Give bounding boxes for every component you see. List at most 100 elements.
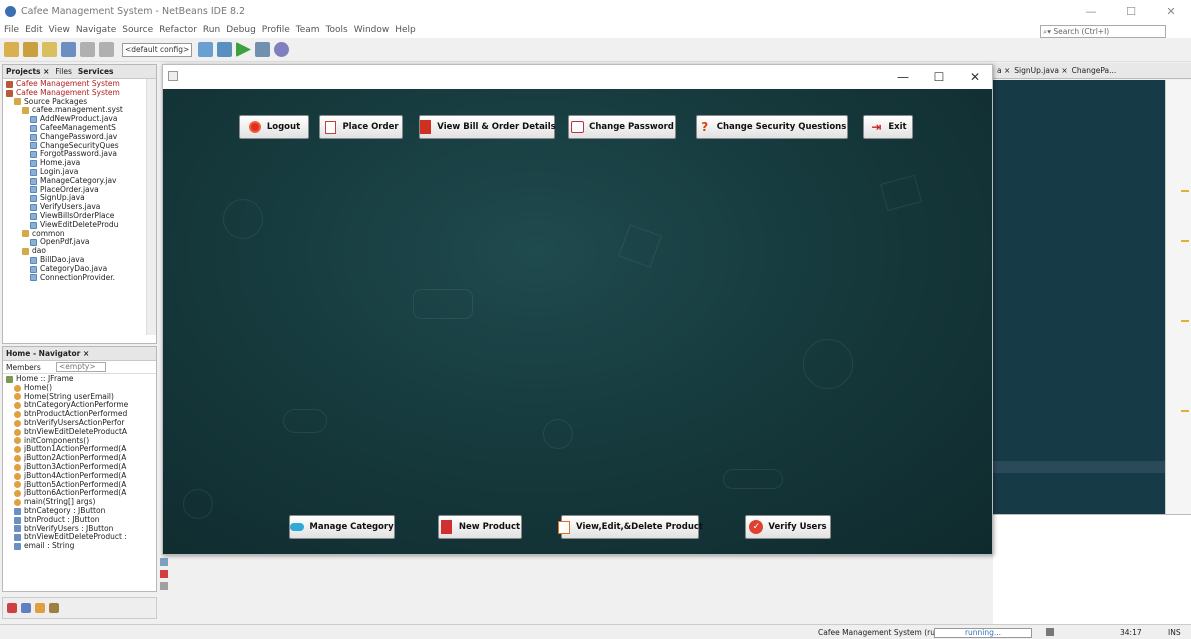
clean-build-icon[interactable] [217, 42, 232, 57]
tree-item[interactable]: btnVerifyUsersActionPerfor [3, 419, 156, 428]
tree-item[interactable]: jButton5ActionPerformed(A [3, 481, 156, 490]
tree-item[interactable]: btnViewEditDeleteProduct : [3, 533, 156, 542]
tree-item[interactable]: email : String [3, 542, 156, 551]
menu-edit[interactable]: Edit [25, 25, 42, 35]
navigator-title[interactable]: Home - Navigator × [6, 349, 89, 358]
build-icon[interactable] [198, 42, 213, 57]
run-task-label[interactable]: Cafee Management System (run) [818, 628, 943, 637]
app-close-button[interactable]: ✕ [957, 67, 993, 87]
editor-tab-changepassword[interactable]: ChangePa... [1072, 66, 1117, 75]
menu-window[interactable]: Window [354, 25, 390, 35]
profile-icon[interactable] [274, 42, 289, 57]
navigator-filter-select[interactable]: <empty> [56, 362, 106, 372]
menu-file[interactable]: File [4, 25, 19, 35]
change-security-questions-button[interactable]: ? Change Security Questions [696, 115, 848, 139]
undo-icon[interactable] [80, 42, 95, 57]
tree-item[interactable]: ViewBillsOrderPlace [3, 212, 156, 221]
tree-item[interactable]: jButton4ActionPerformed(A [3, 472, 156, 481]
fields-filter-icon[interactable] [21, 603, 31, 613]
ide-search-input[interactable]: ⌕▾ Search (Ctrl+I) [1040, 25, 1166, 38]
logout-button[interactable]: Logout [239, 115, 309, 139]
menu-help[interactable]: Help [395, 25, 416, 35]
tree-item[interactable]: dao [3, 247, 156, 256]
annotation-mark[interactable] [1181, 190, 1189, 192]
menu-navigate[interactable]: Navigate [76, 25, 116, 35]
debug-icon[interactable] [255, 42, 270, 57]
tree-item[interactable]: btnVerifyUsers : JButton [3, 525, 156, 534]
app-maximize-button[interactable]: ☐ [921, 67, 957, 87]
code-editor[interactable] [993, 80, 1165, 514]
run-icon[interactable] [236, 42, 251, 57]
tree-item[interactable]: Cafee Management System [3, 89, 156, 98]
tab-services[interactable]: Services [78, 67, 114, 76]
menu-team[interactable]: Team [296, 25, 320, 35]
tree-item[interactable]: ForgotPassword.java [3, 150, 156, 159]
menu-tools[interactable]: Tools [326, 25, 348, 35]
tree-item[interactable]: common [3, 230, 156, 239]
tree-item[interactable]: jButton2ActionPerformed(A [3, 454, 156, 463]
sort-icon[interactable] [7, 603, 17, 613]
change-password-button[interactable]: Change Password [568, 115, 676, 139]
menu-refactor[interactable]: Refactor [159, 25, 197, 35]
editor-tab-signup[interactable]: SignUp.java × [1014, 66, 1067, 75]
tree-item[interactable]: BillDao.java [3, 256, 156, 265]
menu-view[interactable]: View [49, 25, 70, 35]
tree-item[interactable]: OpenPdf.java [3, 238, 156, 247]
tree-item[interactable]: CafeeManagementS [3, 124, 156, 133]
tree-item[interactable]: VerifyUsers.java [3, 203, 156, 212]
tree-item[interactable]: btnCategoryActionPerforme [3, 401, 156, 410]
menu-debug[interactable]: Debug [226, 25, 256, 35]
save-all-icon[interactable] [61, 42, 76, 57]
tree-item[interactable]: main(String[] args) [3, 498, 156, 507]
new-file-icon[interactable] [23, 42, 38, 57]
place-order-button[interactable]: Place Order [319, 115, 403, 139]
new-project-icon[interactable] [4, 42, 19, 57]
tree-item[interactable]: jButton6ActionPerformed(A [3, 489, 156, 498]
manage-category-button[interactable]: Manage Category [289, 515, 395, 539]
project-tree-scrollbar[interactable] [146, 79, 156, 335]
tree-item[interactable]: Home() [3, 384, 156, 393]
tree-item[interactable]: Cafee Management System [3, 80, 156, 89]
tree-item[interactable]: ConnectionProvider. [3, 274, 156, 283]
tree-item[interactable]: AddNewProduct.java [3, 115, 156, 124]
tree-item[interactable]: SignUp.java [3, 194, 156, 203]
redo-icon[interactable] [99, 42, 114, 57]
tree-item[interactable]: Home :: JFrame [3, 375, 156, 384]
tree-item[interactable]: btnCategory : JButton [3, 507, 156, 516]
tree-item[interactable]: ChangeSecurityQues [3, 142, 156, 151]
notifications-icon[interactable] [1046, 628, 1054, 636]
maximize-button[interactable]: ☐ [1111, 0, 1151, 22]
tree-item[interactable]: Home.java [3, 159, 156, 168]
tree-item[interactable]: Home(String userEmail) [3, 393, 156, 402]
tree-item[interactable]: btnProductActionPerformed [3, 410, 156, 419]
minimize-button[interactable]: — [1071, 0, 1111, 22]
menu-run[interactable]: Run [203, 25, 220, 35]
exit-button[interactable]: ⇥ Exit [863, 115, 913, 139]
stop-icon[interactable] [160, 570, 168, 578]
tree-item[interactable]: ViewEditDeleteProdu [3, 221, 156, 230]
tree-item[interactable]: Source Packages [3, 98, 156, 107]
static-filter-icon[interactable] [49, 603, 59, 613]
tree-item[interactable]: jButton1ActionPerformed(A [3, 445, 156, 454]
annotation-mark[interactable] [1181, 320, 1189, 322]
tab-projects[interactable]: Projects × [6, 67, 49, 76]
annotation-mark[interactable] [1181, 240, 1189, 242]
open-project-icon[interactable] [42, 42, 57, 57]
settings-icon[interactable] [160, 582, 168, 590]
new-product-button[interactable]: New Product [438, 515, 522, 539]
tree-item[interactable]: btnViewEditDeleteProductA [3, 428, 156, 437]
menu-profile[interactable]: Profile [262, 25, 290, 35]
config-select[interactable]: <default config> [122, 42, 192, 57]
close-button[interactable]: ✕ [1151, 0, 1191, 22]
tree-item[interactable]: ChangePassword.jav [3, 133, 156, 142]
editor-tab-hidden[interactable]: a × [997, 66, 1010, 75]
tree-item[interactable]: PlaceOrder.java [3, 186, 156, 195]
tree-item[interactable]: CategoryDao.java [3, 265, 156, 274]
tab-files[interactable]: Files [55, 67, 71, 76]
annotation-mark[interactable] [1181, 410, 1189, 412]
view-bill-button[interactable]: View Bill & Order Details [419, 115, 556, 139]
tree-item[interactable]: Login.java [3, 168, 156, 177]
tree-item[interactable]: btnProduct : JButton [3, 516, 156, 525]
app-minimize-button[interactable]: — [885, 67, 921, 87]
inherited-filter-icon[interactable] [35, 603, 45, 613]
